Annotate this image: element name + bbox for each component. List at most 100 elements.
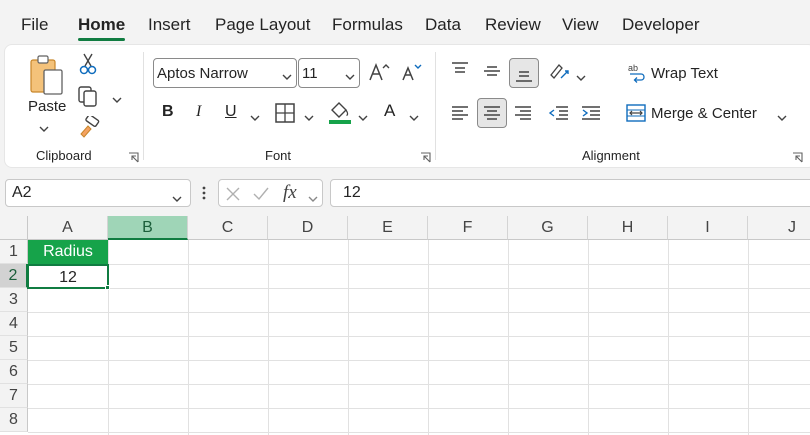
paste-icon[interactable] — [27, 54, 67, 96]
orientation-icon[interactable] — [548, 61, 570, 88]
top-align-icon[interactable] — [450, 60, 470, 83]
formula-input[interactable]: 12 — [330, 179, 810, 207]
tab-home[interactable]: Home — [78, 15, 125, 35]
grid-line — [748, 240, 749, 435]
bottom-align-button[interactable] — [509, 58, 539, 88]
name-box-chevron-down-icon[interactable] — [172, 190, 182, 208]
wrap-text-button[interactable]: Wrap Text — [651, 65, 718, 82]
grid-line — [428, 240, 429, 435]
clipboard-dialog-launcher-icon[interactable] — [128, 150, 139, 163]
alignment-dialog-launcher-icon[interactable] — [792, 150, 803, 163]
underline-chevron-down-icon[interactable] — [250, 109, 260, 127]
svg-text:ab: ab — [628, 63, 638, 73]
column-header-f[interactable]: F — [428, 216, 508, 240]
grid-line — [508, 240, 509, 435]
row-header-6[interactable]: 6 — [0, 360, 28, 384]
row-header-8[interactable]: 8 — [0, 408, 28, 432]
row-header-2[interactable]: 2 — [0, 264, 28, 288]
paste-label[interactable]: Paste — [28, 98, 66, 115]
formula-actions: fx — [218, 179, 323, 207]
worksheet-grid[interactable] — [0, 216, 810, 435]
grid-line — [348, 240, 349, 435]
row-header-1[interactable]: 1 — [0, 240, 28, 264]
align-left-icon[interactable] — [450, 104, 470, 127]
fill-color-icon[interactable] — [327, 100, 353, 131]
tab-view[interactable]: View — [562, 15, 599, 35]
middle-align-icon[interactable] — [482, 62, 502, 85]
column-header-c[interactable]: C — [188, 216, 268, 240]
grid-line — [588, 240, 589, 435]
align-right-icon[interactable] — [513, 104, 533, 127]
wrap-text-icon[interactable]: ab — [627, 62, 647, 89]
column-header-i[interactable]: I — [668, 216, 748, 240]
font-group-label: Font — [265, 148, 292, 163]
grid-line — [668, 240, 669, 435]
column-header-g[interactable]: G — [508, 216, 588, 240]
formula-value: 12 — [343, 184, 361, 201]
column-header-j[interactable]: J — [748, 216, 810, 240]
grid-line — [268, 240, 269, 435]
underline-button[interactable]: U — [225, 103, 237, 121]
fx-chevron-down-icon[interactable] — [308, 190, 318, 208]
fill-handle[interactable] — [105, 285, 110, 290]
cell-a1[interactable]: Radius — [28, 240, 108, 264]
font-color-button[interactable]: A — [384, 101, 395, 121]
font-separator — [435, 52, 436, 160]
tab-review[interactable]: Review — [485, 15, 541, 35]
increase-font-size-icon[interactable] — [368, 62, 390, 87]
name-box-value: A2 — [12, 184, 32, 201]
column-header-d[interactable]: D — [268, 216, 348, 240]
copy-icon[interactable] — [77, 85, 99, 112]
row-header-3[interactable]: 3 — [0, 288, 28, 312]
cancel-icon[interactable] — [225, 186, 241, 207]
decrease-font-size-icon[interactable] — [401, 62, 423, 87]
grid-line — [28, 384, 810, 385]
grid-line — [28, 312, 810, 313]
cut-icon[interactable] — [78, 53, 98, 80]
tab-page-layout[interactable]: Page Layout — [215, 15, 310, 35]
increase-indent-icon[interactable] — [580, 104, 602, 127]
column-header-a[interactable]: A — [28, 216, 108, 240]
copy-chevron-down-icon[interactable] — [112, 91, 122, 109]
merge-center-icon[interactable] — [626, 103, 646, 128]
font-name-value: Aptos Narrow — [157, 65, 248, 82]
insert-function-button[interactable]: fx — [283, 182, 297, 204]
tab-file[interactable]: File — [21, 15, 48, 35]
bottom-align-icon — [514, 65, 534, 88]
row-header-4[interactable]: 4 — [0, 312, 28, 336]
more-options-icon[interactable] — [202, 186, 206, 205]
bold-button[interactable]: B — [162, 103, 174, 121]
column-header-h[interactable]: H — [588, 216, 668, 240]
font-dialog-launcher-icon[interactable] — [420, 150, 431, 163]
borders-chevron-down-icon[interactable] — [304, 109, 314, 127]
column-header-e[interactable]: E — [348, 216, 428, 240]
cell-a2[interactable]: 12 — [27, 264, 109, 289]
menu-bar: File Home Insert Page Layout Formulas Da… — [0, 0, 810, 44]
grid-line — [28, 360, 810, 361]
font-size-select[interactable]: 11 — [298, 58, 360, 88]
tab-insert[interactable]: Insert — [148, 15, 191, 35]
tab-formulas[interactable]: Formulas — [332, 15, 403, 35]
fill-color-chevron-down-icon[interactable] — [358, 109, 368, 127]
select-all-corner[interactable] — [0, 216, 28, 240]
name-box[interactable]: A2 — [5, 179, 191, 207]
italic-button[interactable]: I — [196, 103, 201, 121]
merge-center-chevron-down-icon[interactable] — [777, 109, 787, 127]
orientation-chevron-down-icon[interactable] — [576, 69, 586, 87]
font-name-select[interactable]: Aptos Narrow — [153, 58, 297, 88]
tab-data[interactable]: Data — [425, 15, 461, 35]
borders-icon[interactable] — [274, 102, 296, 129]
grid-line — [28, 432, 810, 433]
merge-center-button[interactable]: Merge & Center — [651, 105, 757, 122]
enter-check-icon[interactable] — [252, 186, 270, 207]
row-header-5[interactable]: 5 — [0, 336, 28, 360]
tab-developer[interactable]: Developer — [622, 15, 700, 35]
font-color-chevron-down-icon[interactable] — [409, 109, 419, 127]
grid-line — [28, 288, 810, 289]
align-center-button[interactable] — [477, 98, 507, 128]
column-header-b[interactable]: B — [108, 216, 188, 240]
paste-chevron-down-icon[interactable] — [39, 120, 49, 138]
row-header-7[interactable]: 7 — [0, 384, 28, 408]
decrease-indent-icon[interactable] — [548, 104, 570, 127]
format-painter-icon[interactable] — [78, 114, 100, 143]
